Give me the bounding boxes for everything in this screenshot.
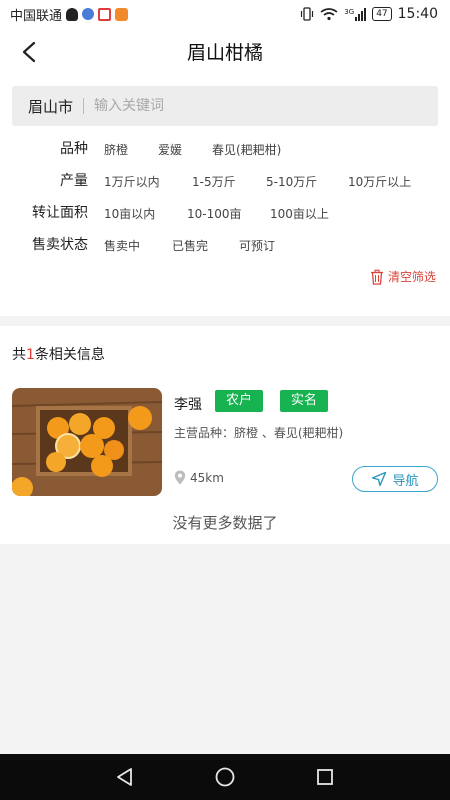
page-title: 眉山柑橘 — [186, 42, 263, 64]
result-count: 共1条相关信息 — [12, 344, 105, 364]
system-back-button[interactable] — [112, 764, 138, 790]
filter-option[interactable]: 10-100亩 — [187, 205, 242, 222]
filter-option[interactable]: 1-5万斤 — [192, 173, 236, 190]
filter-option[interactable]: 10亩以内 — [104, 205, 155, 222]
farmer-name: 李强 — [174, 397, 202, 413]
app-notification-icon — [98, 7, 112, 21]
main-varieties: 主营品种：脐橙 、春见(耙耙柑) — [174, 426, 344, 440]
filter-option[interactable]: 春见(耙耙柑) — [212, 141, 281, 158]
verified-tag-badge: 实名 — [280, 390, 329, 412]
distance-text: 45km — [190, 470, 224, 485]
navigate-button[interactable]: 导航 — [352, 466, 438, 492]
search-input[interactable] — [94, 98, 395, 114]
qq-icon — [66, 7, 79, 21]
navigation-arrow-icon — [372, 471, 387, 487]
video-app-icon — [115, 7, 129, 21]
filter-row-variety: 品种 脐橙 爱媛 春见(耙耙柑) — [0, 134, 450, 164]
filter-option[interactable]: 已售完 — [172, 237, 208, 254]
result-count-prefix: 共 — [12, 347, 26, 363]
filter-label: 产量 — [60, 173, 88, 189]
network-type-text: 3G — [344, 7, 355, 16]
filter-row-yield: 产量 1万斤以内 1-5万斤 5-10万斤 10万斤以上 — [0, 166, 450, 196]
filter-option[interactable]: 脐橙 — [104, 141, 128, 158]
result-count-suffix: 条相关信息 — [34, 347, 105, 363]
city-selector[interactable]: 眉山市 — [28, 96, 73, 117]
farmer-tag-badge: 农户 — [215, 390, 264, 412]
circle-home-icon — [215, 767, 235, 787]
product-thumbnail — [12, 388, 162, 496]
filter-option[interactable]: 5-10万斤 — [266, 173, 317, 190]
list-item[interactable]: 李强 农户 实名 主营品种：脐橙 、春见(耙耙柑) 45km 导航 — [12, 386, 438, 498]
navigate-label: 导航 — [392, 473, 419, 489]
battery-icon: 47 — [372, 7, 392, 21]
filter-row-area: 转让面积 10亩以内 10-100亩 100亩以上 — [0, 198, 450, 228]
filter-option[interactable]: 可预订 — [239, 237, 275, 254]
signal-icon: 3G — [344, 7, 367, 21]
filter-label: 品种 — [60, 141, 88, 157]
system-home-button[interactable] — [212, 764, 238, 790]
triangle-back-icon — [117, 768, 132, 786]
search-bar: 眉山市 — [12, 86, 438, 126]
oranges-image — [12, 388, 162, 496]
system-navigation-bar — [0, 754, 450, 800]
clear-filters-button[interactable]: 清空筛选 — [369, 268, 436, 285]
filter-option[interactable]: 10万斤以上 — [348, 173, 411, 190]
filter-row-status: 售卖状态 售卖中 已售完 可预订 — [0, 230, 450, 260]
filter-option[interactable]: 爱媛 — [158, 141, 182, 158]
filter-option[interactable]: 售卖中 — [104, 237, 140, 254]
filter-label: 售卖状态 — [32, 237, 88, 253]
clock-text: 15:40 — [397, 6, 438, 22]
filter-panel: 眉山市 品种 脐橙 爱媛 春见(耙耙柑) 产量 1万斤以内 1-5万斤 5-10… — [0, 76, 450, 316]
app-notification-icon — [82, 8, 95, 20]
no-more-data-text: 没有更多数据了 — [172, 514, 278, 532]
trash-icon — [370, 269, 383, 285]
location-pin-icon — [174, 470, 186, 485]
carrier-text: 中国联通 — [10, 8, 63, 24]
app-header: 眉山柑橘 — [0, 28, 450, 76]
status-bar: 中国联通 3G 47 15:40 — [0, 0, 450, 28]
distance-info: 45km — [174, 470, 224, 485]
filter-option[interactable]: 100亩以上 — [270, 205, 329, 222]
system-recents-button[interactable] — [312, 764, 338, 790]
clear-filters-label: 清空筛选 — [387, 270, 436, 284]
vibrate-icon — [301, 7, 314, 21]
result-count-number: 1 — [26, 347, 35, 363]
square-recents-icon — [317, 769, 333, 785]
search-divider — [83, 98, 85, 114]
wifi-icon — [320, 8, 338, 21]
filter-option[interactable]: 1万斤以内 — [104, 173, 160, 190]
results-section: 共1条相关信息 李强 农户 实名 主营品种：脐橙 、春见(耙耙柑) 45km 导… — [0, 326, 450, 544]
filter-label: 转让面积 — [32, 205, 88, 221]
